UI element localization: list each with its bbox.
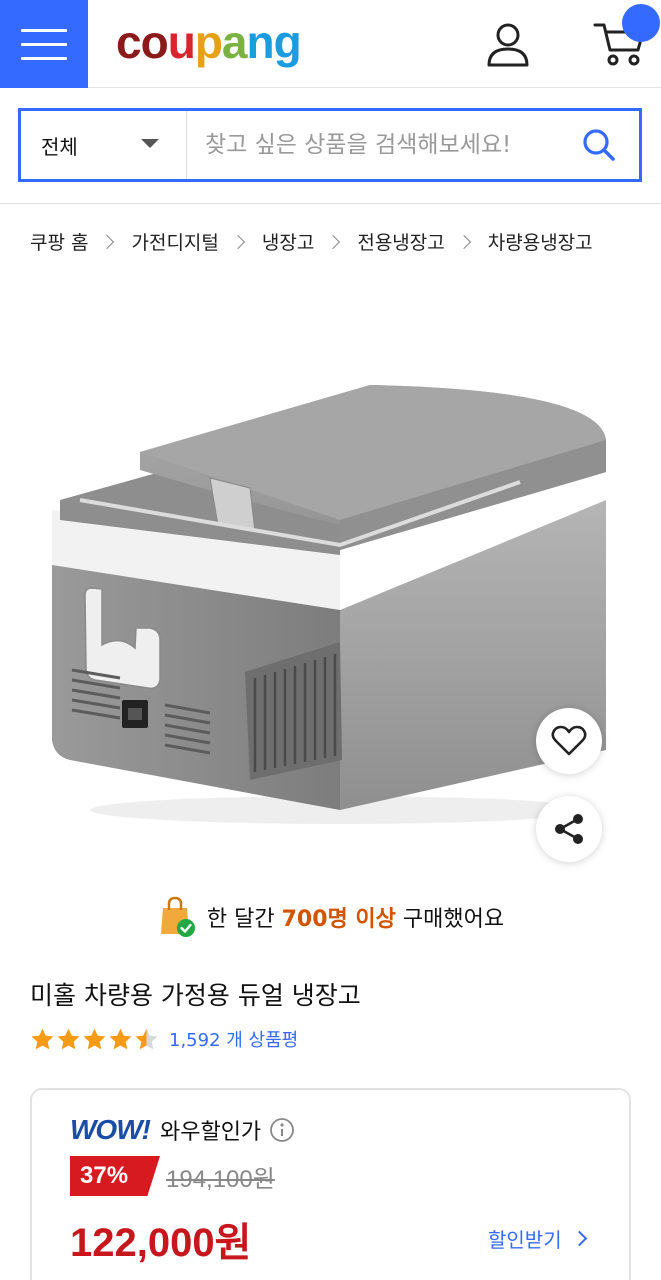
breadcrumb-item[interactable]: 냉장고 [262,228,314,255]
search-section: 전체 [0,90,661,204]
breadcrumb: 쿠팡 홈 가전디지털 냉장고 전용냉장고 차량용냉장고 [30,228,593,255]
wow-price-label: 와우할인가 [159,1120,262,1145]
chevron-down-icon [141,139,159,148]
search-bar: 전체 [18,108,642,182]
discount-row: 37% 194,100원 [70,1156,275,1196]
sale-price: 122,000원 [70,1221,252,1265]
heart-icon [551,725,587,756]
wow-logo: WOW! [70,1114,151,1145]
chevron-right-icon [326,234,341,249]
purchase-notice: 한 달간 700명 이상 구매했어요 [0,896,661,938]
logo-letter: g [273,16,302,68]
get-discount-link[interactable]: 할인받기 [488,1224,587,1253]
original-price: 194,100원 [166,1165,275,1193]
cart-badge [622,4,660,42]
logo-letter: n [246,16,275,68]
product-image[interactable] [40,360,620,830]
star-icon [83,1028,106,1049]
chevron-right-icon [456,234,471,249]
notice-suffix: 구매했어요 [402,907,505,932]
star-icon [135,1028,158,1049]
chevron-right-icon [100,234,115,249]
product-title: 미홀 차량용 가정용 듀얼 냉장고 [30,981,361,1010]
breadcrumb-item[interactable]: 차량용냉장고 [488,228,593,255]
product-rating[interactable]: 1,592 개 상품평 [30,1026,298,1052]
share-icon [555,814,583,844]
search-icon [583,129,615,161]
review-count-link[interactable]: 1,592 개 상품평 [169,1026,298,1052]
logo-letter: c [116,16,142,68]
star-icon [109,1028,132,1049]
star-icon [31,1028,54,1049]
notice-highlight: 700명 이상 [281,907,396,932]
logo-letter: u [167,16,196,68]
breadcrumb-item[interactable]: 가전디지털 [131,228,218,255]
menu-button[interactable] [0,0,88,88]
get-discount-label: 할인받기 [488,1228,562,1252]
shopping-bag-icon [160,896,195,937]
breadcrumb-item[interactable]: 전용냉장고 [357,228,444,255]
wishlist-button[interactable] [536,708,602,774]
search-input[interactable] [187,111,559,179]
wow-row: WOW! 와우할인가 [70,1114,295,1146]
category-select[interactable]: 전체 [21,111,187,179]
star-rating [30,1027,159,1052]
chevron-right-icon [230,234,245,249]
hamburger-icon [21,28,67,32]
coupang-logo[interactable]: coupang [116,14,302,70]
search-button[interactable] [559,111,639,179]
info-icon[interactable] [269,1117,295,1143]
star-icon [57,1028,80,1049]
share-button[interactable] [536,796,602,862]
discount-badge: 37% [70,1156,160,1196]
chevron-right-icon [571,1230,587,1247]
logo-letter: a [221,16,248,68]
category-label: 전체 [41,134,78,159]
logo-letter: p [194,16,223,68]
price-box: WOW! 와우할인가 37% 194,100원 122,000원 할인받기 [30,1088,631,1280]
top-header: coupang [0,0,661,88]
logo-letter: o [140,16,169,68]
notice-prefix: 한 달간 [206,907,275,932]
user-icon[interactable] [484,20,532,68]
breadcrumb-item[interactable]: 쿠팡 홈 [30,228,88,255]
